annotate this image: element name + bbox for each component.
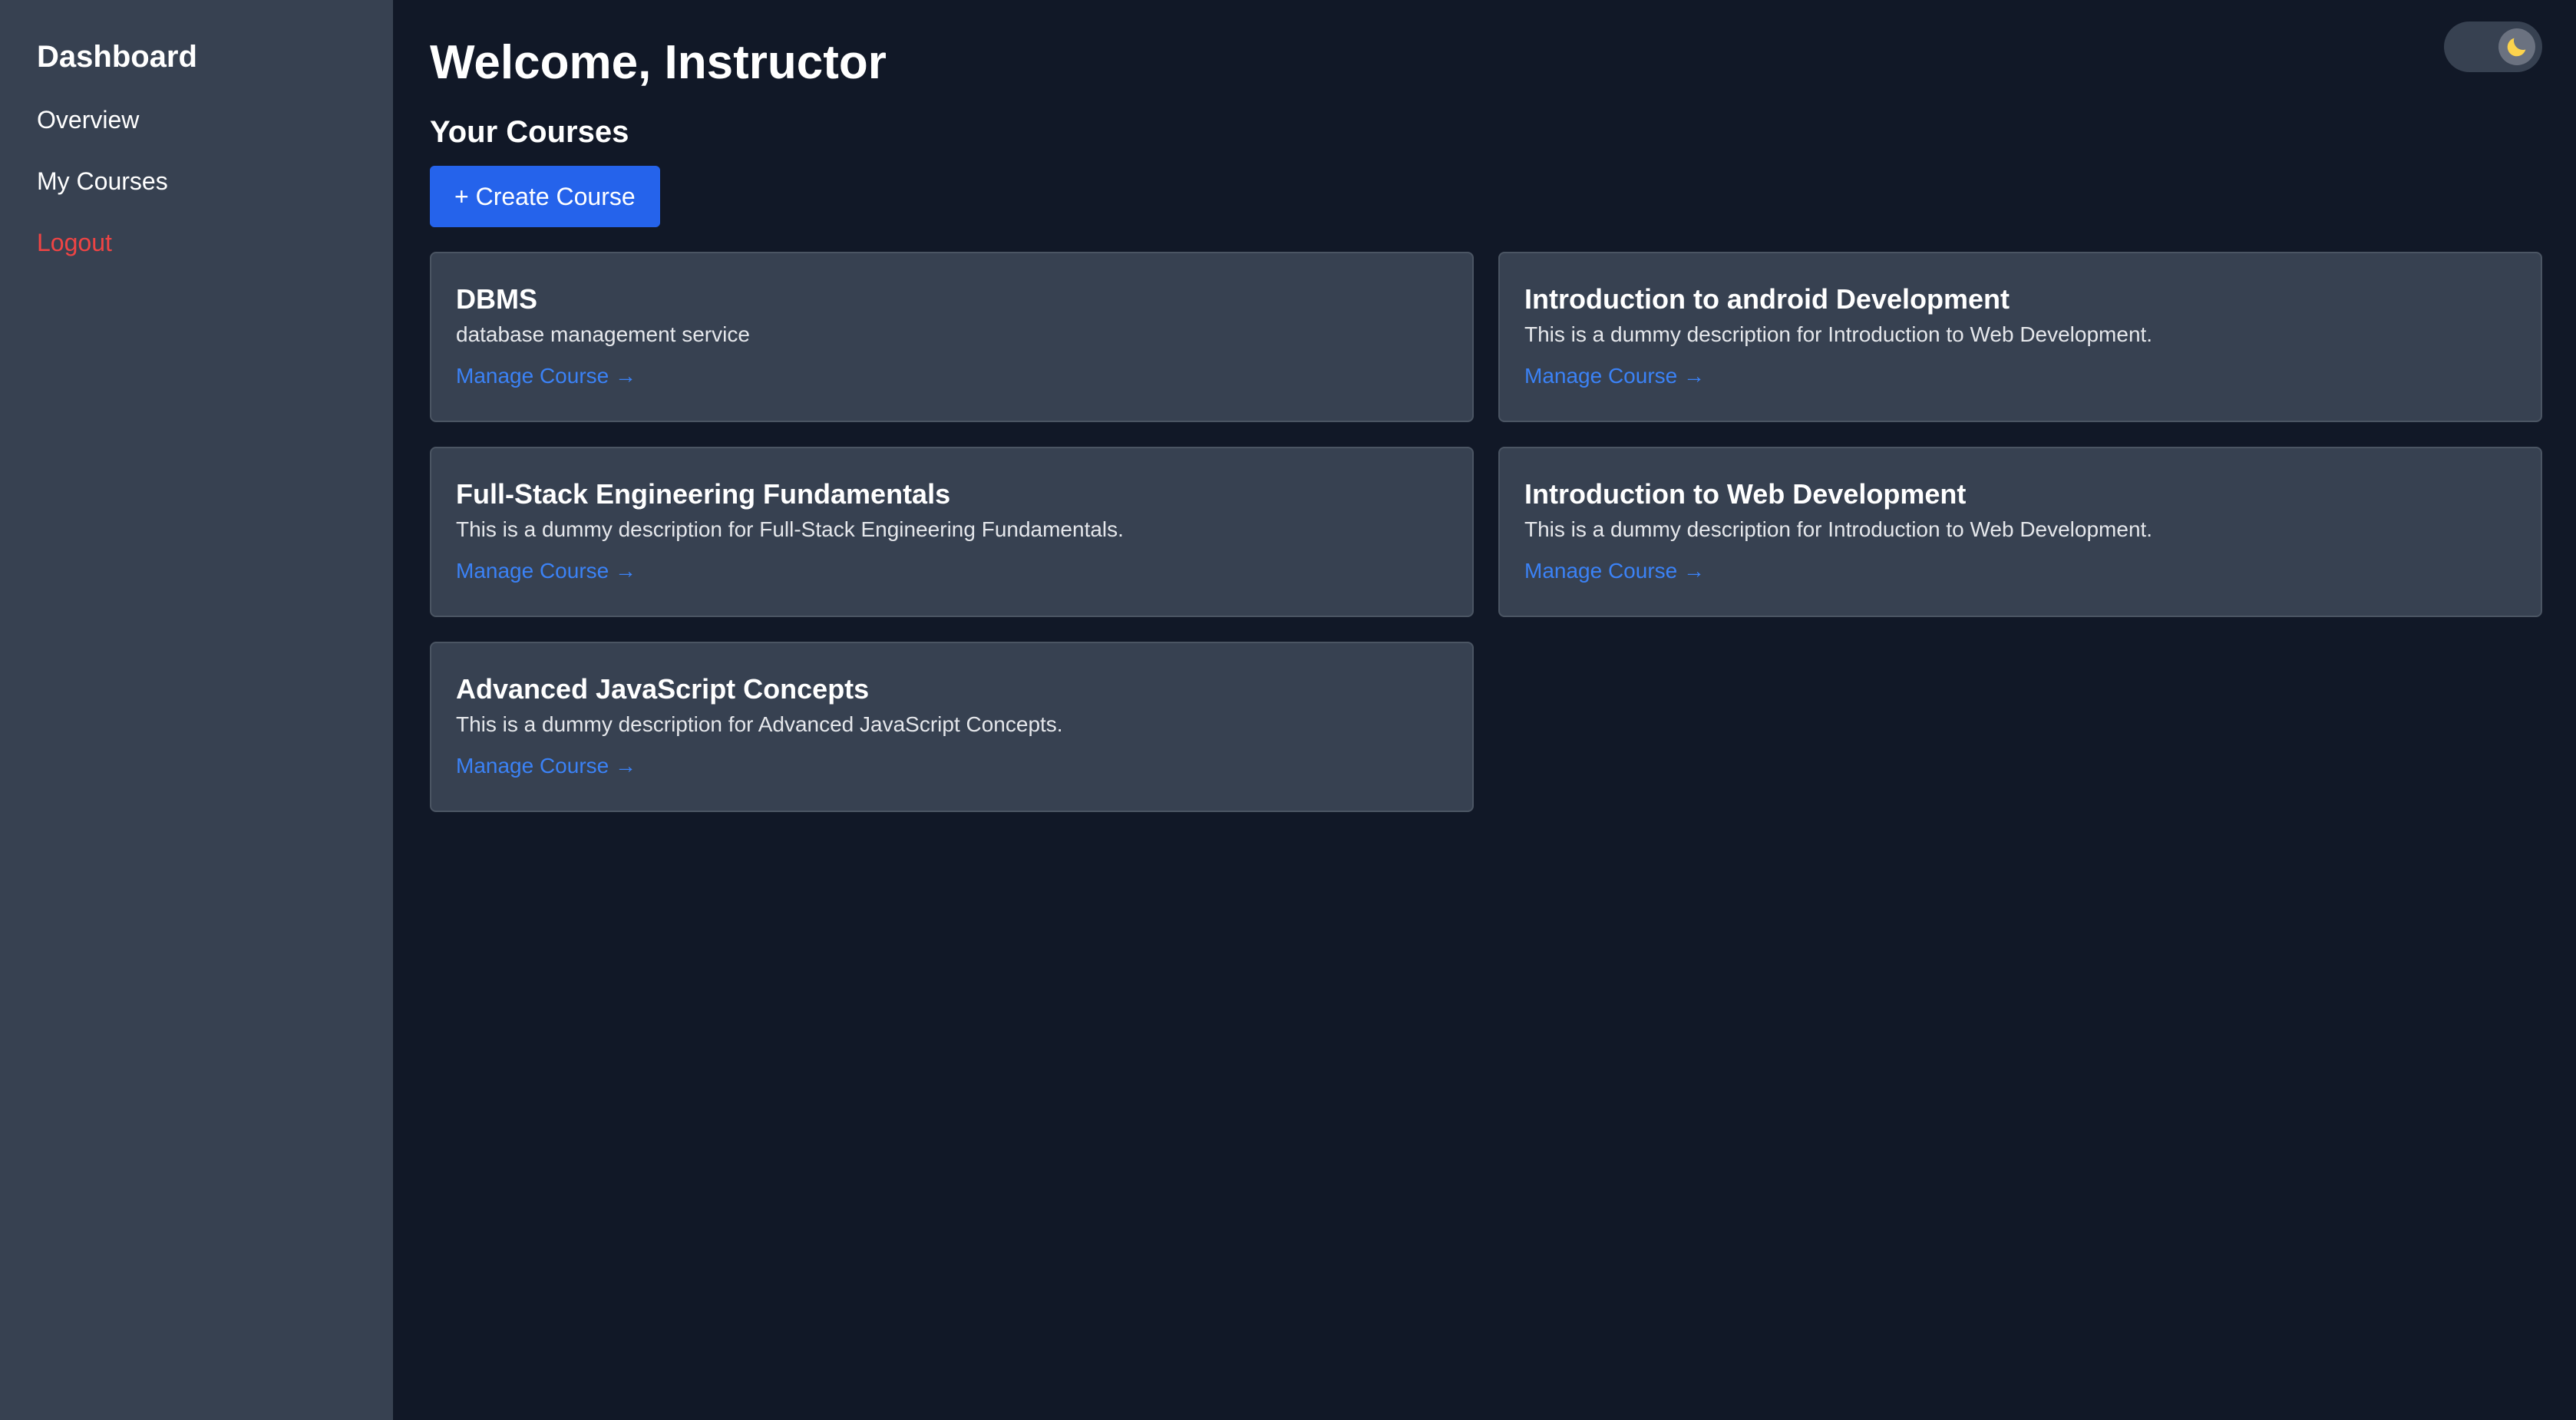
course-description: This is a dummy description for Introduc…	[1524, 322, 2153, 346]
course-description: database management service	[456, 322, 750, 346]
manage-course-link[interactable]: Manage Course →	[1524, 557, 1705, 585]
sidebar-item-my-courses[interactable]: My Courses	[37, 166, 356, 196]
page-title: Welcome, Instructor	[430, 36, 887, 89]
sidebar-item-logout[interactable]: Logout	[37, 227, 356, 258]
course-grid: DBMS database management service Manage …	[430, 252, 2542, 812]
sidebar-item-overview[interactable]: Overview	[37, 104, 356, 135]
course-title: Introduction to Web Development	[1524, 478, 1967, 510]
course-description: This is a dummy description for Introduc…	[1524, 517, 2153, 541]
app-root: Dashboard Overview My Courses Logout Wel…	[0, 0, 2576, 1420]
course-description: This is a dummy description for Full-Sta…	[456, 517, 1124, 541]
sidebar: Dashboard Overview My Courses Logout	[0, 0, 393, 1420]
moon-icon	[2507, 38, 2526, 57]
manage-course-link[interactable]: Manage Course →	[456, 557, 636, 585]
create-course-button[interactable]: + Create Course	[430, 166, 660, 227]
theme-toggle-knob	[2498, 28, 2535, 65]
main-content: Welcome, Instructor Your Courses + Creat…	[393, 0, 2576, 1420]
course-card: Full-Stack Engineering Fundamentals This…	[430, 447, 1474, 617]
course-title: DBMS	[456, 283, 537, 315]
course-card: Advanced JavaScript Concepts This is a d…	[430, 642, 1474, 812]
manage-course-link[interactable]: Manage Course →	[456, 362, 636, 390]
manage-course-link[interactable]: Manage Course →	[1524, 362, 1705, 390]
course-card: DBMS database management service Manage …	[430, 252, 1474, 422]
course-title: Full-Stack Engineering Fundamentals	[456, 478, 951, 510]
course-title: Advanced JavaScript Concepts	[456, 673, 870, 705]
sidebar-title: Dashboard	[37, 40, 197, 74]
course-card: Introduction to Web Development This is …	[1498, 447, 2542, 617]
course-title: Introduction to android Development	[1524, 283, 2010, 315]
theme-toggle[interactable]	[2444, 21, 2542, 72]
section-title-your-courses: Your Courses	[430, 115, 629, 149]
manage-course-link[interactable]: Manage Course →	[456, 752, 636, 780]
course-card: Introduction to android Development This…	[1498, 252, 2542, 422]
course-description: This is a dummy description for Advanced…	[456, 712, 1063, 736]
